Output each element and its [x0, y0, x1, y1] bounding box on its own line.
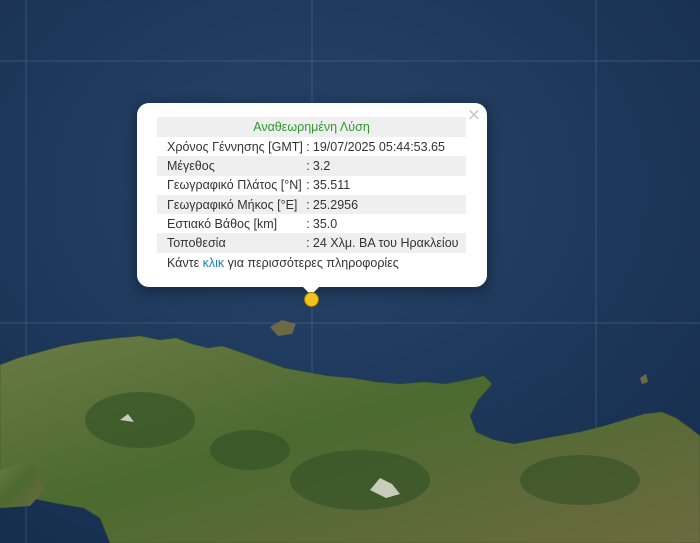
row-value: 24 Χλμ. ΒΑ του Ηρακλείου: [312, 233, 466, 253]
row-value: 25.2956: [312, 194, 466, 215]
row-value: 3.2: [312, 156, 466, 176]
table-row: Χρόνος Γέννησης [GMT] : 19/07/2025 05:44…: [157, 137, 466, 156]
row-label: Γεωγραφικό Μήκος [°E]: [157, 194, 303, 215]
more-info-line: Κάντε κλικ για περισσότερες πληροφορίες: [167, 256, 399, 270]
more-info-link[interactable]: κλικ: [203, 256, 225, 270]
table-row: Εστιακό Βάθος [km] : 35.0: [157, 214, 466, 233]
table-row: Γεωγραφικό Μήκος [°E] : 25.2956: [157, 194, 466, 215]
table-row: Μέγεθος : 3.2: [157, 156, 466, 176]
close-icon[interactable]: ×: [467, 106, 481, 124]
row-value: 19/07/2025 05:44:53.65: [312, 139, 445, 154]
row-separator: :: [302, 194, 313, 215]
row-value: 35.511: [312, 178, 351, 193]
row-separator: :: [302, 156, 313, 176]
row-value: 35.0: [312, 216, 338, 231]
more-suffix: για περισσότερες πληροφορίες: [227, 256, 399, 270]
row-label: Τοποθεσία: [157, 233, 303, 253]
row-separator: :: [302, 233, 313, 253]
earthquake-popup: × Αναθεωρημένη Λύση Χρόνος Γέννησης [GMT…: [137, 103, 487, 287]
row-label: Γεωγραφικό Πλάτος [°N]: [167, 178, 302, 193]
info-table: Χρόνος Γέννησης [GMT] : 19/07/2025 05:44…: [157, 137, 466, 253]
row-label: Εστιακό Βάθος [km]: [167, 216, 278, 231]
earthquake-marker[interactable]: [304, 292, 319, 307]
table-row: Γεωγραφικό Πλάτος [°N] : 35.511: [157, 176, 466, 195]
row-label: Μέγεθος: [157, 156, 303, 176]
more-prefix: Κάντε: [167, 256, 200, 270]
row-label: Χρόνος Γέννησης [GMT]: [167, 139, 303, 154]
row-separator: :: [306, 216, 310, 231]
table-row: Τοποθεσία : 24 Χλμ. ΒΑ του Ηρακλείου: [157, 233, 466, 253]
popup-title: Αναθεωρημένη Λύση: [157, 117, 466, 137]
row-separator: :: [306, 178, 310, 193]
row-separator: :: [306, 139, 310, 154]
